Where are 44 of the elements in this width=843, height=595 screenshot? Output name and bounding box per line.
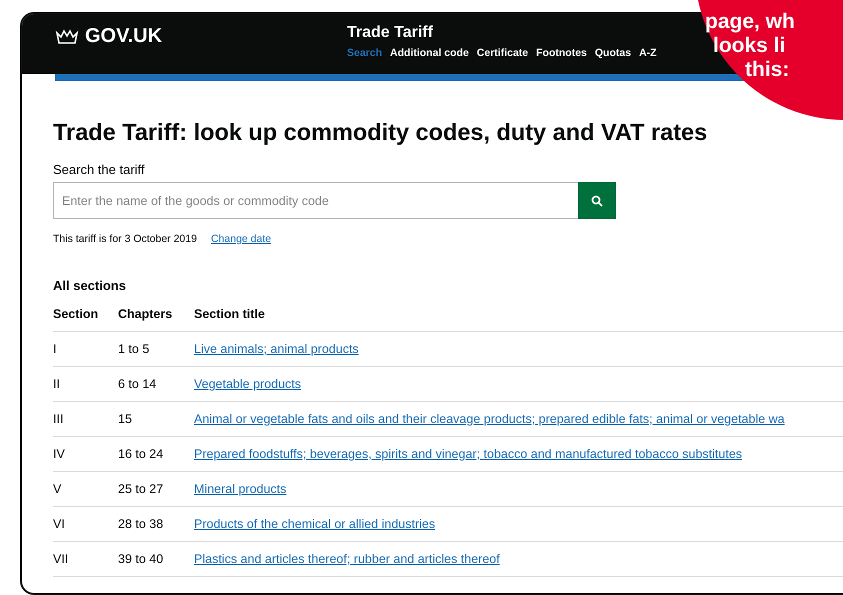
table-cell: 6 to 14 xyxy=(118,366,194,402)
site-logo[interactable]: GOV.UK xyxy=(55,14,347,58)
column-header: Section title xyxy=(194,307,843,332)
table-cell: 25 to 27 xyxy=(118,472,194,506)
search-field[interactable]: Enter the name of the goods or commodity code xyxy=(53,182,578,219)
section-title-link[interactable]: Live animals; animal products xyxy=(194,342,359,356)
section-title-link[interactable]: Vegetable products xyxy=(194,377,302,391)
nav-link[interactable]: Certificate xyxy=(476,47,528,59)
nav-link[interactable]: Search xyxy=(347,47,382,59)
nav-link[interactable]: A-Z xyxy=(639,47,657,59)
table-cell: IV xyxy=(53,436,118,472)
section-title-link[interactable]: Animal or vegetable fats and oils and their cleavage products; prepared edible fats; animal or vegetable wa xyxy=(194,412,785,426)
callout-text: looks li xyxy=(713,34,786,58)
nav-link[interactable]: Quotas xyxy=(594,47,632,59)
table-cell: 1 to 5 xyxy=(118,332,194,366)
sections-heading: All sections xyxy=(53,278,127,293)
change-date-link[interactable]: Change date xyxy=(210,233,272,245)
section-title-link[interactable]: Prepared foodstuffs; beverages, spirits and vinegar; tobacco and manufactured tobacco substitutes xyxy=(194,447,742,461)
table-cell: III xyxy=(53,402,118,436)
table-cell: I xyxy=(53,332,118,366)
table-cell: 28 to 38 xyxy=(118,506,194,542)
table-cell: 39 to 40 xyxy=(118,542,194,576)
table-cell: VII xyxy=(53,542,118,576)
section-title-link[interactable]: Plastics and articles thereof; rubber and articles thereof xyxy=(194,552,500,566)
search-label: Search the tariff xyxy=(53,162,146,177)
section-title-link[interactable]: Products of the chemical or allied industries xyxy=(194,517,436,531)
table-cell: II xyxy=(53,366,118,402)
table-cell: 15 xyxy=(118,402,194,436)
crown-icon xyxy=(55,27,79,45)
service-name[interactable]: Trade Tariff xyxy=(347,24,657,42)
page-heading: Trade Tariff: look up commodity codes, duty and VAT rates xyxy=(53,119,708,146)
column-header: Section xyxy=(53,307,118,332)
tariff-date-text: This tariff is for 3 October 2019 xyxy=(53,233,197,245)
search-button[interactable] xyxy=(578,182,616,219)
table-cell: 16 to 24 xyxy=(118,436,194,472)
search-icon xyxy=(591,194,603,206)
callout-text: page, wh xyxy=(705,10,795,34)
section-title-link[interactable]: Mineral products xyxy=(194,482,286,496)
nav-link[interactable]: Additional code xyxy=(390,47,469,59)
table-cell: VI xyxy=(53,506,118,542)
table-cell: V xyxy=(53,472,118,506)
nav-link[interactable]: Footnotes xyxy=(536,47,587,59)
callout-text: this: xyxy=(745,58,790,82)
column-header: Chapters xyxy=(118,307,194,332)
